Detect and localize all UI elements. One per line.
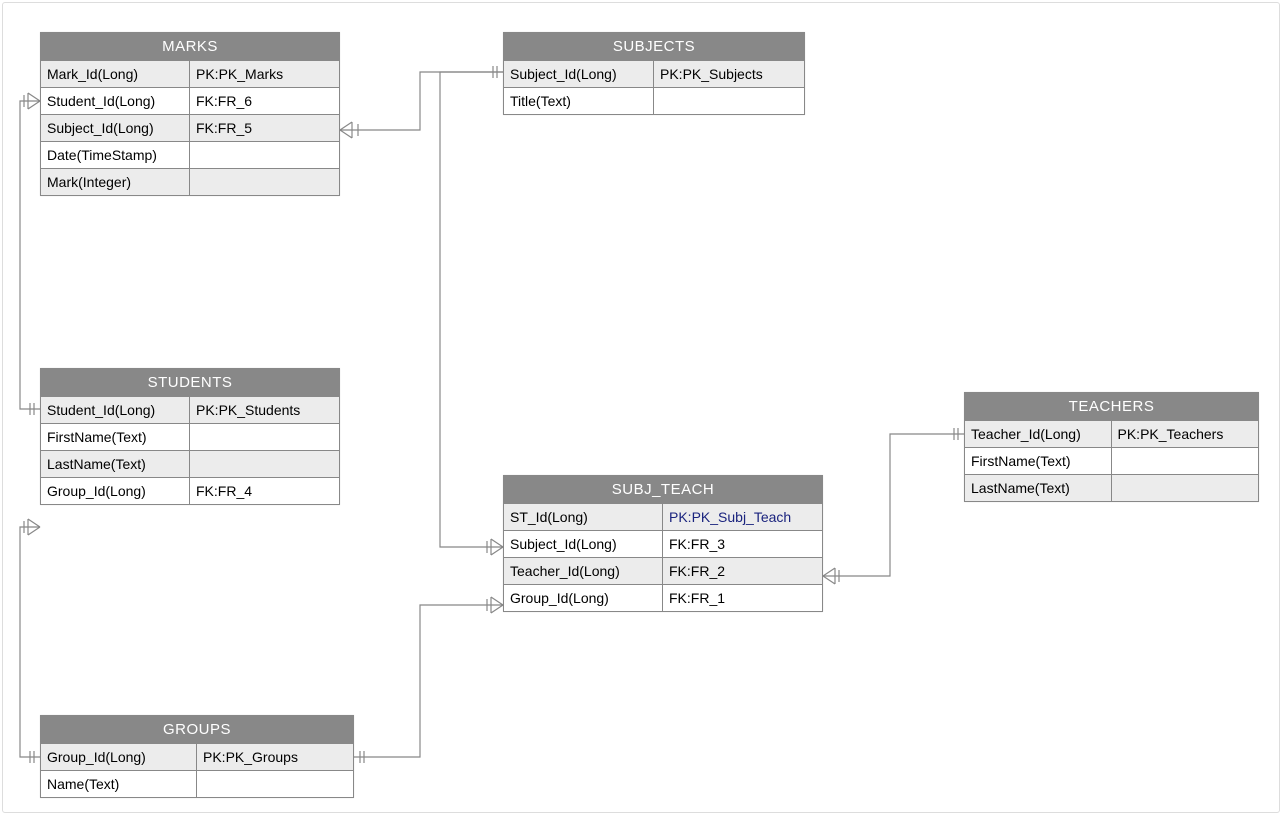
- table-row: Subject_Id(Long) FK:FR_3: [504, 530, 822, 557]
- field-key: [190, 451, 339, 477]
- field-name: Student_Id(Long): [41, 397, 190, 423]
- field-key: PK:PK_Teachers: [1112, 421, 1259, 447]
- entity-subj-teach[interactable]: SUBJ_TEACH ST_Id(Long) PK:PK_Subj_Teach …: [503, 475, 823, 612]
- field-key: PK:PK_Students: [190, 397, 339, 423]
- field-name: Group_Id(Long): [41, 744, 197, 770]
- field-name: Teacher_Id(Long): [965, 421, 1112, 447]
- field-key: FK:FR_5: [190, 115, 339, 141]
- table-row: FirstName(Text): [41, 423, 339, 450]
- table-row: Teacher_Id(Long) FK:FR_2: [504, 557, 822, 584]
- entity-title: SUBJECTS: [504, 33, 804, 60]
- field-name: Group_Id(Long): [41, 478, 190, 504]
- field-key: FK:FR_1: [663, 585, 822, 611]
- table-row: Group_Id(Long) PK:PK_Groups: [41, 743, 353, 770]
- table-row: Group_Id(Long) FK:FR_1: [504, 584, 822, 611]
- field-key: [654, 88, 804, 114]
- field-key: FK:FR_2: [663, 558, 822, 584]
- field-name: LastName(Text): [41, 451, 190, 477]
- field-name: LastName(Text): [965, 475, 1112, 501]
- table-row: Mark(Integer): [41, 168, 339, 195]
- entity-title: SUBJ_TEACH: [504, 476, 822, 503]
- table-row: LastName(Text): [41, 450, 339, 477]
- field-key: FK:FR_6: [190, 88, 339, 114]
- field-name: Name(Text): [41, 771, 197, 797]
- field-key: [197, 771, 353, 797]
- table-row: Group_Id(Long) FK:FR_4: [41, 477, 339, 504]
- field-name: Group_Id(Long): [504, 585, 663, 611]
- table-row: ST_Id(Long) PK:PK_Subj_Teach: [504, 503, 822, 530]
- entity-title: MARKS: [41, 33, 339, 60]
- field-key: FK:FR_3: [663, 531, 822, 557]
- entity-groups[interactable]: GROUPS Group_Id(Long) PK:PK_Groups Name(…: [40, 715, 354, 798]
- field-name: Mark(Integer): [41, 169, 190, 195]
- field-name: Mark_Id(Long): [41, 61, 190, 87]
- entity-title: GROUPS: [41, 716, 353, 743]
- table-row: Teacher_Id(Long) PK:PK_Teachers: [965, 420, 1258, 447]
- field-key: PK:PK_Groups: [197, 744, 353, 770]
- field-key: [190, 169, 339, 195]
- field-name: FirstName(Text): [965, 448, 1112, 474]
- field-key: PK:PK_Subj_Teach: [663, 504, 822, 530]
- table-row: Date(TimeStamp): [41, 141, 339, 168]
- field-name: Teacher_Id(Long): [504, 558, 663, 584]
- field-key: [1112, 475, 1259, 501]
- table-row: LastName(Text): [965, 474, 1258, 501]
- entity-students[interactable]: STUDENTS Student_Id(Long) PK:PK_Students…: [40, 368, 340, 505]
- field-name: Title(Text): [504, 88, 654, 114]
- field-name: Subject_Id(Long): [41, 115, 190, 141]
- table-row: Student_Id(Long) FK:FR_6: [41, 87, 339, 114]
- field-key: [1112, 448, 1259, 474]
- table-row: Student_Id(Long) PK:PK_Students: [41, 396, 339, 423]
- field-key: FK:FR_4: [190, 478, 339, 504]
- entity-teachers[interactable]: TEACHERS Teacher_Id(Long) PK:PK_Teachers…: [964, 392, 1259, 502]
- field-name: ST_Id(Long): [504, 504, 663, 530]
- entity-title: TEACHERS: [965, 393, 1258, 420]
- field-key: PK:PK_Subjects: [654, 61, 804, 87]
- table-row: FirstName(Text): [965, 447, 1258, 474]
- field-name: Subject_Id(Long): [504, 531, 663, 557]
- entity-marks[interactable]: MARKS Mark_Id(Long) PK:PK_Marks Student_…: [40, 32, 340, 196]
- field-key: [190, 424, 339, 450]
- field-key: [190, 142, 339, 168]
- field-name: Student_Id(Long): [41, 88, 190, 114]
- field-name: FirstName(Text): [41, 424, 190, 450]
- field-name: Subject_Id(Long): [504, 61, 654, 87]
- table-row: Title(Text): [504, 87, 804, 114]
- table-row: Name(Text): [41, 770, 353, 797]
- table-row: Mark_Id(Long) PK:PK_Marks: [41, 60, 339, 87]
- table-row: Subject_Id(Long) PK:PK_Subjects: [504, 60, 804, 87]
- field-key: PK:PK_Marks: [190, 61, 339, 87]
- entity-title: STUDENTS: [41, 369, 339, 396]
- field-name: Date(TimeStamp): [41, 142, 190, 168]
- entity-subjects[interactable]: SUBJECTS Subject_Id(Long) PK:PK_Subjects…: [503, 32, 805, 115]
- table-row: Subject_Id(Long) FK:FR_5: [41, 114, 339, 141]
